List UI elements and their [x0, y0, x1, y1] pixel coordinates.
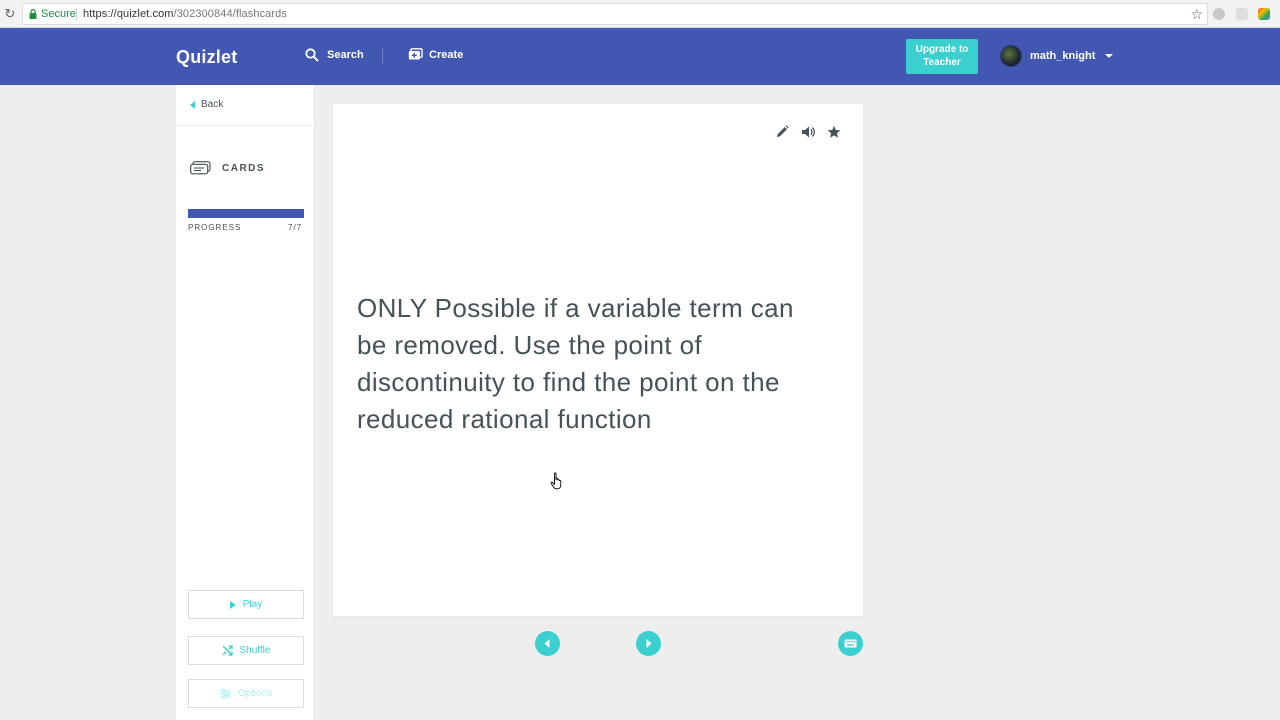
keyboard-shortcuts-button[interactable]	[838, 631, 863, 656]
back-button[interactable]: Back	[190, 99, 223, 110]
mode-cards: CARDS	[190, 161, 265, 175]
create-button[interactable]: Create	[408, 48, 463, 61]
user-menu[interactable]: math_knight	[1000, 45, 1114, 67]
back-label: Back	[201, 99, 224, 110]
address-bar[interactable]: Secure https://quizlet.com/302300844/fla…	[22, 3, 1208, 25]
progress-count: 7/7	[288, 223, 303, 232]
mode-label: CARDS	[222, 162, 266, 174]
arrow-left-icon	[544, 639, 550, 648]
shuffle-button[interactable]: Shuffle	[188, 636, 304, 665]
shuffle-label: Shuffle	[239, 645, 271, 656]
search-button[interactable]: Search	[305, 48, 364, 62]
site-header: Quizlet Search Create Upgrade to Teacher…	[0, 28, 1280, 85]
flashcard[interactable]: ONLY Possible if a variable term can be …	[333, 104, 863, 616]
play-icon	[229, 600, 236, 609]
username: math_knight	[1030, 50, 1096, 62]
address-separator	[76, 8, 77, 21]
upgrade-line-1: Upgrade to	[915, 44, 969, 55]
quizlet-logo[interactable]: Quizlet	[176, 47, 237, 68]
cards-icon	[190, 161, 211, 175]
arrow-right-icon	[646, 639, 652, 648]
bookmark-star-icon[interactable]: ☆	[1190, 6, 1203, 22]
extension-color-icon[interactable]	[1258, 8, 1270, 20]
browser-toolbar: ↻ Secure https://quizlet.com/302300844/f…	[0, 0, 1280, 28]
pencil-icon[interactable]	[775, 125, 789, 139]
chevron-down-icon	[1105, 54, 1114, 58]
shuffle-icon	[222, 645, 233, 656]
star-icon[interactable]	[827, 125, 841, 139]
progress-bar	[188, 209, 304, 218]
lock-icon	[29, 9, 37, 19]
options-label: Options	[237, 688, 273, 699]
nav-divider	[382, 48, 383, 64]
sidebar-divider	[176, 125, 315, 126]
progress-fill	[188, 209, 304, 218]
options-button[interactable]: Options	[188, 679, 304, 708]
reload-icon[interactable]: ↻	[3, 7, 17, 21]
secure-label: Secure	[41, 8, 76, 20]
avatar	[1000, 45, 1022, 67]
options-icon	[219, 688, 231, 699]
progress-label: PROGRESS	[188, 223, 242, 232]
url-text[interactable]: https://quizlet.com/302300844/flashcards	[83, 8, 287, 20]
card-term-text: ONLY Possible if a variable term can be …	[357, 293, 794, 434]
previous-card-button[interactable]	[535, 631, 560, 656]
study-sidebar: Back CARDS PROGRESS 7/7 Play Shuffle Opt…	[176, 85, 315, 720]
url-host: https://quizlet.com	[83, 8, 174, 20]
search-label: Search	[327, 49, 364, 61]
upgrade-line-2: Teacher	[923, 57, 961, 68]
play-button[interactable]: Play	[188, 590, 304, 619]
create-label: Create	[429, 48, 464, 61]
play-label: Play	[242, 599, 263, 610]
extension-w-icon[interactable]	[1213, 8, 1225, 20]
upgrade-to-teacher-button[interactable]: Upgrade to Teacher	[906, 39, 978, 74]
hand-cursor-icon	[550, 472, 562, 490]
create-icon	[408, 48, 423, 60]
extension-page-icon[interactable]	[1236, 8, 1248, 20]
next-card-button[interactable]	[636, 631, 661, 656]
speaker-icon[interactable]	[801, 125, 815, 139]
keyboard-icon	[844, 639, 857, 648]
back-arrow-icon	[190, 100, 195, 109]
url-path: /302300844/flashcards	[173, 8, 287, 20]
search-icon	[305, 48, 319, 62]
